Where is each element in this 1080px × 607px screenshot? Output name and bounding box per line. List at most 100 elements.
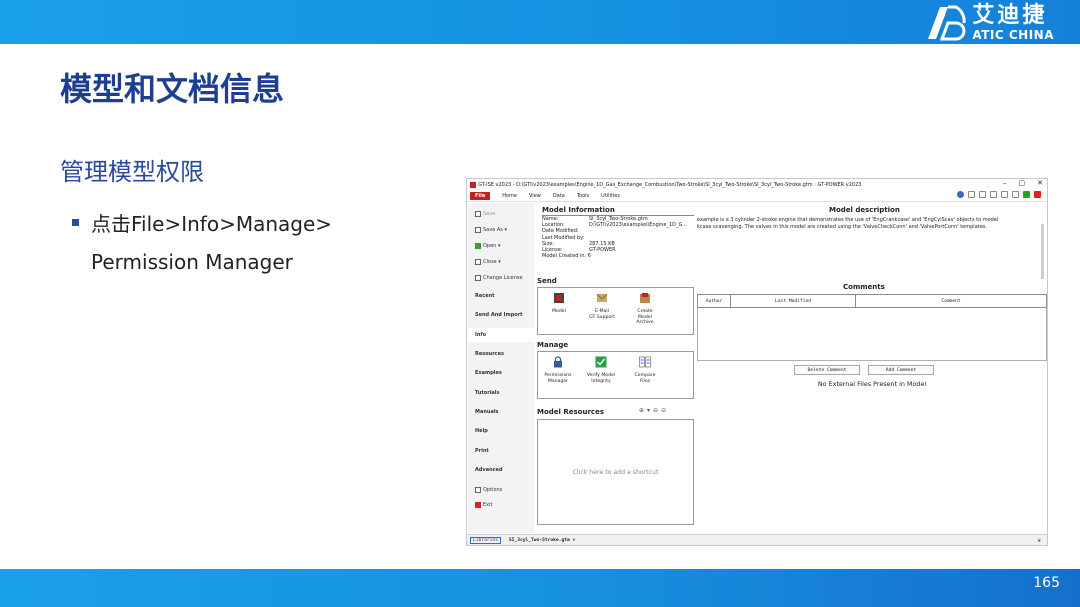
model-icon xyxy=(554,293,564,303)
checkmark-icon xyxy=(595,356,607,368)
sidebar-resources[interactable]: Resources xyxy=(475,351,504,357)
add-resource-icon[interactable]: ⊕ xyxy=(639,407,644,414)
tab-model-file[interactable]: SI_3cyl_Two-Stroke.gtm × xyxy=(509,538,575,543)
exit-icon xyxy=(475,502,481,508)
model-info-heading: Model Information xyxy=(542,206,615,214)
sidebar-send-import[interactable]: Send And Import xyxy=(475,312,523,318)
remove-resource-icon[interactable]: ⊖ xyxy=(653,407,658,414)
sidebar-examples[interactable]: Examples xyxy=(475,370,502,376)
sidebar-save-as[interactable]: Save As ▾ xyxy=(475,227,507,233)
bottom-banner xyxy=(0,569,1080,607)
comments-heading: Comments xyxy=(843,283,885,291)
bullet-line-2: Permission Manager xyxy=(91,250,293,274)
help-icon[interactable] xyxy=(957,191,964,198)
resource-settings-icon[interactable]: ⊝ xyxy=(661,407,666,414)
save-icon[interactable] xyxy=(990,191,997,198)
sidebar-print[interactable]: Print xyxy=(475,448,489,454)
sidebar-change-license[interactable]: Change License xyxy=(475,275,523,281)
sidebar-save[interactable]: Save xyxy=(475,211,495,217)
logo-chinese: 艾迪捷 xyxy=(972,3,1048,28)
manage-panel: Permissions Manager Verify Model Integri… xyxy=(537,351,694,399)
sidebar-tutorials[interactable]: Tutorials xyxy=(475,390,500,396)
save-icon xyxy=(475,211,481,217)
tab-libraries[interactable]: Libraries xyxy=(470,537,501,544)
stop-icon[interactable] xyxy=(1034,191,1041,198)
model-description-text[interactable]: example is a 3 cylinder 2-stroke engine … xyxy=(697,217,1039,231)
send-panel: Model E-Mail GT Support Create Model Arc… xyxy=(537,287,694,335)
model-resources-heading: Model Resources xyxy=(537,408,604,416)
menu-utilities[interactable]: Utilities xyxy=(601,193,620,199)
model-description-heading: Model description xyxy=(829,206,900,214)
menu-tools[interactable]: Tools xyxy=(577,193,589,199)
menu-home[interactable]: Home xyxy=(502,193,517,199)
archive-icon xyxy=(640,293,650,303)
bullet-text: 点击File>Info>Manage> Permission Manager xyxy=(91,205,451,281)
save-as-icon xyxy=(475,227,481,233)
compare-icon xyxy=(639,356,651,368)
window-title: GT-ISE v2023 - D:\GTI\v2023\examples\Eng… xyxy=(478,181,862,188)
sidebar-open[interactable]: Open ▾ xyxy=(475,243,500,249)
top-banner xyxy=(0,0,1080,44)
sidebar-exit[interactable]: Exit xyxy=(475,502,492,508)
comments-table-body[interactable] xyxy=(697,308,1047,361)
open-folder-icon xyxy=(475,243,481,249)
bullet-line-1: 点击File>Info>Manage> xyxy=(91,212,333,236)
window-titlebar: GT-ISE v2023 - D:\GTI\v2023\examples\Eng… xyxy=(467,179,1047,190)
send-heading: Send xyxy=(537,277,557,285)
sidebar-manuals[interactable]: Manuals xyxy=(475,409,499,415)
model-info-labels: Name: Location: Date Modified: Last Modi… xyxy=(542,216,591,260)
col-last-modified[interactable]: Last Modified xyxy=(731,295,856,307)
external-files-status: No External Files Present in Model xyxy=(817,380,927,388)
menu-ribbon: File Home View Data Tools Utilities xyxy=(467,190,1047,202)
verify-integrity-button[interactable]: Verify Model Integrity xyxy=(585,356,617,384)
undo-icon[interactable] xyxy=(1001,191,1008,198)
menu-file[interactable]: File xyxy=(470,191,491,200)
status-indicator-icon: ❦ xyxy=(1037,537,1041,544)
app-icon xyxy=(470,181,476,188)
comments-table-header: Author Last Modified Comment xyxy=(697,294,1047,308)
create-archive-button[interactable]: Create Model Archive xyxy=(629,292,661,326)
gt-ise-window: GT-ISE v2023 - D:\GTI\v2023\examples\Eng… xyxy=(466,178,1048,546)
grid-icon[interactable] xyxy=(1012,191,1019,198)
permissions-manager-button[interactable]: Permissions Manager xyxy=(542,356,574,384)
email-icon xyxy=(596,293,608,302)
sidebar-close[interactable]: Close ▾ xyxy=(475,259,501,265)
logo-mark-icon xyxy=(928,5,966,41)
minimize-icon[interactable]: – xyxy=(1003,179,1007,187)
slide: 艾迪捷 ATIC CHINA 模型和文档信息 管理模型权限 点击File>Inf… xyxy=(0,0,1080,607)
col-author[interactable]: Author xyxy=(698,295,731,307)
company-logo: 艾迪捷 ATIC CHINA xyxy=(926,4,1054,42)
license-icon xyxy=(475,275,481,281)
quick-toolbar xyxy=(957,191,1041,198)
col-comment[interactable]: Comment xyxy=(856,295,1046,307)
resources-panel[interactable]: Click here to add a shortcut xyxy=(537,419,694,525)
options-icon xyxy=(475,487,481,493)
email-support-button[interactable]: E-Mail GT Support xyxy=(586,292,618,320)
delete-comment-button[interactable]: Delete Comment xyxy=(794,365,860,375)
sidebar-recent[interactable]: Recent xyxy=(475,293,495,299)
description-scrollbar[interactable] xyxy=(1041,224,1044,279)
close-file-icon xyxy=(475,259,481,265)
sidebar-info[interactable]: Info xyxy=(468,328,534,342)
maximize-icon[interactable]: ▢ xyxy=(1019,179,1026,187)
add-comment-button[interactable]: Add Comment xyxy=(868,365,934,375)
menu-data[interactable]: Data xyxy=(553,193,565,199)
resource-dropdown-icon[interactable]: ▾ xyxy=(647,407,650,414)
file-sidebar: Save Save As ▾ Open ▾ Close ▾ Change Lic… xyxy=(468,203,534,533)
menu-view[interactable]: View xyxy=(529,193,541,199)
new-icon[interactable] xyxy=(968,191,975,198)
slide-subtitle: 管理模型权限 xyxy=(60,158,204,186)
send-model-button[interactable]: Model xyxy=(543,292,575,315)
add-shortcut-placeholder[interactable]: Click here to add a shortcut xyxy=(573,469,659,476)
sidebar-help[interactable]: Help xyxy=(475,428,488,434)
bullet-square-icon xyxy=(72,219,79,226)
sidebar-options[interactable]: Options xyxy=(475,487,502,493)
sidebar-advanced[interactable]: Advanced xyxy=(475,467,503,473)
model-info-values: SI_3cyl_Two-Stroke.gtm D:\GTI\v2023\exam… xyxy=(589,216,688,254)
logo-english: ATIC CHINA xyxy=(972,28,1054,42)
open-icon[interactable] xyxy=(979,191,986,198)
compare-files-button[interactable]: Compare Files xyxy=(629,356,661,384)
close-icon[interactable]: ✕ xyxy=(1037,179,1043,187)
document-tabs: Libraries SI_3cyl_Two-Stroke.gtm × ❦ xyxy=(467,534,1047,545)
run-icon[interactable] xyxy=(1023,191,1030,198)
